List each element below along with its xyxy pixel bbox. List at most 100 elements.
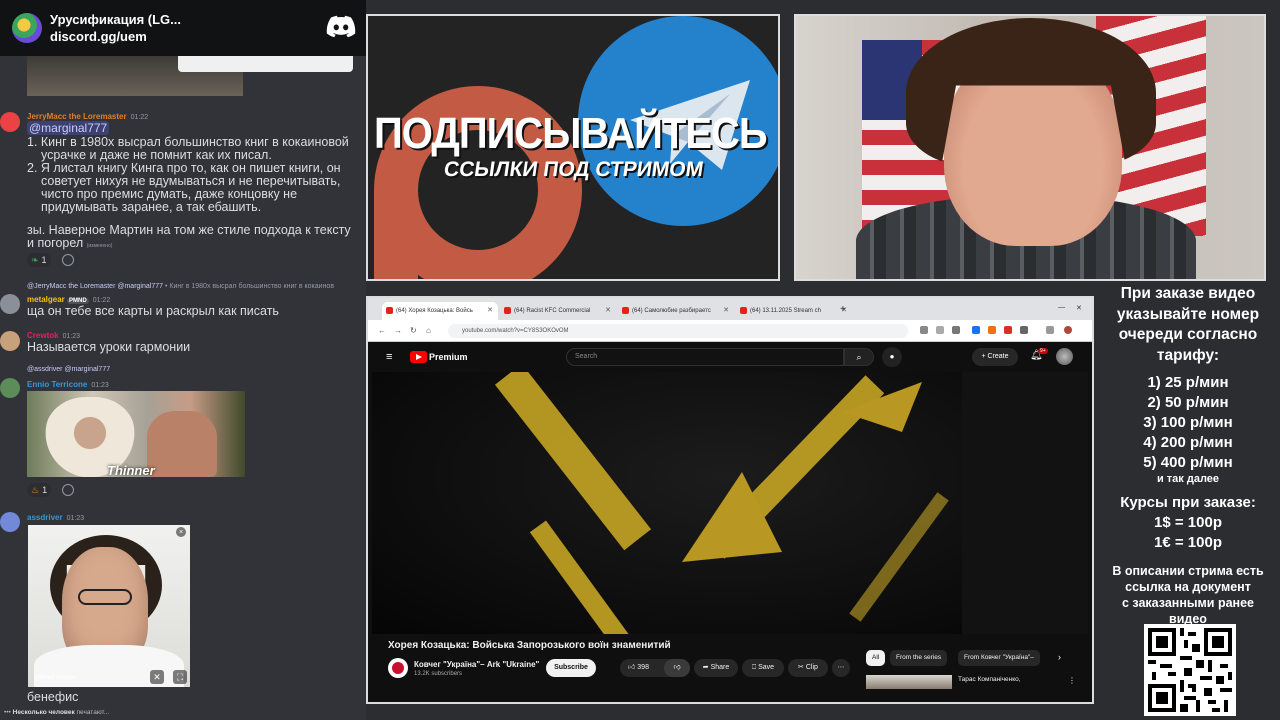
server-invite-link[interactable]: discord.gg/uem: [50, 28, 181, 45]
banner-headline: ПОДПИСЫВАЙТЕСЬ: [374, 110, 768, 158]
message-author[interactable]: assdriver 01:23: [27, 513, 84, 522]
browser-tab[interactable]: (64) Racist KFC Commercial ✕: [500, 302, 616, 320]
edited-label: (изменено): [86, 243, 113, 249]
avatar[interactable]: [0, 512, 20, 532]
url-field[interactable]: youtube.com/watch?v=CY8S3OKOvOM: [448, 324, 908, 338]
channel-avatar[interactable]: [388, 658, 408, 678]
video-embed[interactable]: [28, 525, 190, 687]
more-actions-icon[interactable]: ⋯: [832, 659, 850, 677]
video-user-label: Mikhail Svetov: [34, 674, 76, 681]
fullscreen-icon[interactable]: ⛶: [173, 670, 187, 684]
close-tab-icon[interactable]: ✕: [723, 306, 729, 314]
cast-icon[interactable]: [936, 326, 944, 334]
browser-tab[interactable]: (64) Хорея Козацька: Войсь ✕: [382, 302, 498, 320]
chevron-right-icon[interactable]: ›: [1058, 652, 1061, 662]
youtube-favicon-icon: [622, 307, 629, 314]
new-tab-icon[interactable]: +: [840, 304, 846, 315]
recommended-thumbnail[interactable]: [866, 675, 952, 689]
server-name: Урусификация (LG...: [50, 12, 181, 27]
previous-embed-box: [178, 56, 353, 72]
youtube-brand[interactable]: Premium: [429, 352, 468, 362]
scissors-icon: ✂: [798, 664, 804, 671]
search-input[interactable]: Search: [566, 348, 844, 366]
create-button[interactable]: + Create: [972, 348, 1018, 366]
hamburger-menu-icon[interactable]: ≡: [386, 352, 392, 363]
mute-icon[interactable]: ✕: [150, 670, 164, 684]
recommended-title[interactable]: Тарас Компаніченко,: [958, 676, 1021, 683]
share-button[interactable]: ➦ Share: [694, 659, 738, 677]
tariff-item: 1) 25 р/мин: [1147, 374, 1229, 391]
browser-tab[interactable]: (64) Самолюбие разбираетс ✕: [618, 302, 734, 320]
gif-attachment[interactable]: Thinner: [27, 391, 245, 477]
reply-preview[interactable]: @assdriver @marginal777: [27, 366, 110, 373]
window-close-icon[interactable]: ✕: [1076, 304, 1082, 312]
chip-all[interactable]: All: [866, 650, 886, 666]
chip-from-series[interactable]: From the series: [890, 650, 948, 666]
subscribe-button[interactable]: Subscribe: [546, 659, 596, 677]
message-author[interactable]: Crewtok 01:23: [27, 331, 80, 340]
chip-from-channel[interactable]: From Ковчег "Україна"–: [958, 650, 1040, 666]
channel-name[interactable]: Ковчег "Україна"– Ark "Ukraine": [414, 660, 539, 669]
add-reaction-icon[interactable]: [62, 484, 74, 496]
avatar[interactable]: [0, 112, 20, 132]
reaction-pill[interactable]: ❧ 1: [27, 253, 51, 267]
bookmark-icon[interactable]: [952, 326, 960, 334]
qr-code[interactable]: [1144, 624, 1236, 716]
close-icon[interactable]: ×: [176, 527, 186, 537]
microphone-icon[interactable]: ●: [882, 347, 902, 367]
webcam-feed: [794, 14, 1266, 281]
browser-tab[interactable]: (64) 13.11.2025 Stream ch ✕: [736, 302, 852, 320]
like-count: 398: [637, 664, 649, 671]
reload-icon[interactable]: ↻: [410, 326, 417, 335]
more-vert-icon[interactable]: ⋮: [1068, 676, 1076, 685]
server-header[interactable]: Урусификация (LG... discord.gg/uem: [0, 0, 366, 56]
avatar[interactable]: [0, 331, 20, 351]
profile-icon[interactable]: [1046, 326, 1054, 334]
gif-caption: Thinner: [107, 463, 155, 477]
avatar[interactable]: [0, 378, 20, 398]
message-author[interactable]: JerryMacc the Loremaster 01:22: [27, 112, 148, 121]
extension-icon[interactable]: [1004, 326, 1012, 334]
list-item: 2. Я листал книгу Кинга про то, как он п…: [27, 161, 341, 214]
user-avatar[interactable]: [1056, 348, 1073, 365]
reply-preview[interactable]: @JerryMacc the Loremaster @marginal777 •…: [27, 283, 334, 290]
add-reaction-icon[interactable]: [62, 254, 74, 266]
rates-heading: Курсы при заказе:: [1120, 494, 1256, 511]
message-author[interactable]: Ennio Terricone 01:23: [27, 380, 109, 389]
reaction-pill[interactable]: ♨ 1: [27, 483, 52, 497]
zoom-icon[interactable]: [920, 326, 928, 334]
user-mention[interactable]: @marginal777: [27, 121, 110, 135]
discord-chat-overlay: Урусификация (LG... discord.gg/uem Jerry…: [0, 0, 366, 720]
back-icon[interactable]: ←: [378, 326, 386, 335]
save-button[interactable]: ⎕ Save: [742, 659, 784, 677]
description-note: В описании стрима есть ссылка на докумен…: [1112, 564, 1264, 626]
message-timestamp: 01:23: [91, 382, 109, 389]
search-icon[interactable]: ⌕: [844, 348, 874, 366]
minimize-icon[interactable]: —: [1058, 304, 1065, 311]
home-icon[interactable]: ⌂: [426, 326, 431, 335]
leaf-emoji-icon: ❧: [31, 254, 39, 265]
video-player[interactable]: [372, 372, 1088, 634]
video-arrowhead: [842, 382, 922, 432]
youtube-logo-icon[interactable]: [410, 351, 427, 363]
extension-icon[interactable]: [988, 326, 996, 334]
extensions-puzzle-icon[interactable]: [1020, 326, 1028, 334]
close-tab-icon[interactable]: ✕: [605, 306, 611, 314]
message-text: ща он тебе все карты и раскрыл как писат…: [27, 304, 279, 318]
dislike-button[interactable]: 👎︎: [664, 659, 690, 677]
message-author[interactable]: metalgear PMND 01:22: [27, 295, 110, 304]
clip-button[interactable]: ✂ Clip: [788, 659, 828, 677]
forward-icon[interactable]: →: [394, 326, 402, 335]
notification-count-badge: 9+: [1038, 348, 1048, 354]
video-arrow-stripe: [849, 492, 949, 622]
thumbs-down-icon: 👎︎: [673, 664, 681, 671]
extension-icon[interactable]: [972, 326, 980, 334]
bookmark-icon: ⎕: [751, 664, 757, 671]
tariff-item: 4) 200 р/мин: [1143, 434, 1233, 451]
reaction-count: 1: [42, 485, 48, 495]
close-tab-icon[interactable]: ✕: [487, 306, 493, 314]
share-icon: ➦: [702, 664, 709, 671]
thumbs-up-icon: 👍︎: [628, 664, 636, 671]
avatar[interactable]: [0, 294, 20, 314]
account-icon[interactable]: [1064, 326, 1072, 334]
